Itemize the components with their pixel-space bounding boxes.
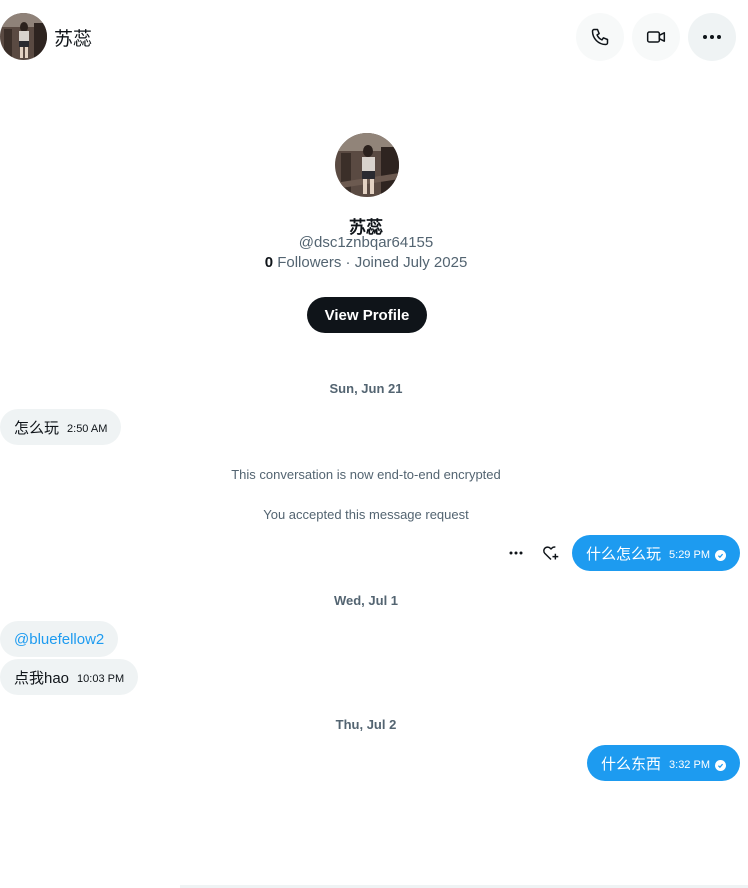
conversation-header: 苏蕊 <box>0 0 748 74</box>
date-separator: Thu, Jul 2 <box>335 717 397 732</box>
profile-meta: 0 Followers · Joined July 2025 <box>0 254 732 271</box>
message-time: 5:29 PM <box>669 549 710 561</box>
more-icon <box>509 551 523 555</box>
react-button[interactable] <box>539 541 563 565</box>
message-text: 什么怎么玩 <box>586 545 662 563</box>
date-separator: Wed, Jul 1 <box>333 593 399 608</box>
view-profile-button[interactable]: View Profile <box>307 297 427 333</box>
message-bubble[interactable]: 什么东西 3:32 PM <box>587 745 740 781</box>
phone-icon <box>591 28 609 46</box>
profile-avatar[interactable] <box>335 133 399 197</box>
message-more-button[interactable] <box>504 541 528 565</box>
call-button[interactable] <box>576 13 624 61</box>
mention-link[interactable]: @bluefellow2 <box>14 631 104 648</box>
date-separator: Sun, Jun 21 <box>329 381 403 396</box>
check-icon <box>714 759 726 771</box>
followers-count: 0 <box>264 254 274 271</box>
header-avatar[interactable] <box>0 13 47 60</box>
message-bubble[interactable]: 点我hao 10:03 PM <box>0 659 139 695</box>
heart-plus-icon <box>543 546 559 561</box>
more-options-button[interactable] <box>688 13 736 61</box>
message-bubble[interactable]: 怎么玩 2:50 AM <box>0 409 122 445</box>
more-icon <box>703 35 721 39</box>
message-time: 3:32 PM <box>669 759 710 771</box>
message-bubble[interactable]: 什么怎么玩 5:29 PM <box>572 535 740 571</box>
message-time: 10:03 PM <box>77 673 125 685</box>
profile-handle: @dsc1znbqar64155 <box>298 234 434 251</box>
request-accepted-notice: You accepted this message request <box>263 507 469 522</box>
header-name[interactable]: 苏蕊 <box>54 24 92 51</box>
video-call-button[interactable] <box>632 13 680 61</box>
message-time: 2:50 AM <box>67 423 108 435</box>
encryption-notice: This conversation is now end-to-end encr… <box>231 467 501 482</box>
message-text: 点我hao <box>14 669 70 687</box>
check-icon <box>714 549 726 561</box>
message-bubble[interactable]: @bluefellow2 <box>0 621 119 657</box>
video-icon <box>646 31 666 43</box>
message-text: 什么东西 <box>601 755 662 773</box>
message-text: 怎么玩 <box>14 419 60 437</box>
followers-joined-label: Followers · Joined July 2025 <box>273 254 468 271</box>
